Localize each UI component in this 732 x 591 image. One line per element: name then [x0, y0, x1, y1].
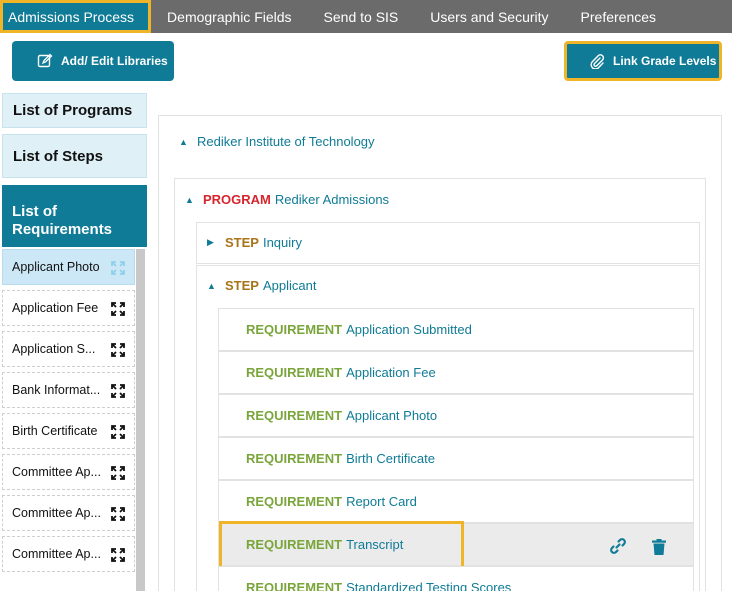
- expand-icon[interactable]: [111, 343, 125, 357]
- tab-label: Admissions Process: [8, 8, 135, 25]
- tree-school-row[interactable]: ▲ Rediker Institute of Technology: [179, 134, 375, 149]
- list-of-requirements-panel[interactable]: List of Requirements: [2, 185, 147, 247]
- expand-icon[interactable]: [111, 425, 125, 439]
- list-item-label: Birth Certificate: [12, 424, 98, 438]
- list-item[interactable]: Committee Ap...: [2, 454, 135, 490]
- list-item[interactable]: Birth Certificate: [2, 413, 135, 449]
- list-item[interactable]: Bank Informat...: [2, 372, 135, 408]
- paperclip-icon: [589, 53, 605, 69]
- requirement-keyword: REQUIREMENT: [246, 322, 343, 337]
- list-item[interactable]: Committee Ap...: [2, 495, 135, 531]
- list-item-label: Bank Informat...: [12, 383, 101, 397]
- expand-icon[interactable]: [111, 466, 125, 480]
- link-grade-levels-label: Link Grade Levels: [613, 54, 717, 68]
- step-keyword: STEP: [225, 278, 259, 293]
- list-item[interactable]: Application S...: [2, 331, 135, 367]
- expand-arrow-icon[interactable]: ▶: [207, 237, 225, 248]
- tree-requirement-row[interactable]: REQUIREMENT Application Submitted: [218, 308, 694, 351]
- tree-step-row[interactable]: ▲ STEP Applicant: [207, 278, 316, 293]
- list-of-programs-panel[interactable]: List of Programs: [2, 93, 147, 128]
- tab-label: Preferences: [580, 8, 657, 25]
- step-name: Applicant: [262, 278, 317, 293]
- link-icon[interactable]: [609, 537, 627, 555]
- tree-requirement-row[interactable]: REQUIREMENT Applicant Photo: [218, 394, 694, 437]
- list-of-programs-label: List of Programs: [13, 102, 133, 119]
- list-item-label: Application S...: [12, 342, 96, 356]
- tab-send-to-sis[interactable]: Send to SIS: [308, 0, 415, 33]
- expand-icon[interactable]: [111, 548, 125, 562]
- trash-icon[interactable]: [650, 538, 668, 556]
- step-name: Inquiry: [262, 235, 302, 250]
- expand-icon[interactable]: [111, 261, 125, 275]
- highlight-frame: [219, 521, 464, 569]
- list-item-label: Applicant Photo: [12, 260, 100, 274]
- tree-requirement-row[interactable]: REQUIREMENT Birth Certificate: [218, 437, 694, 480]
- list-item[interactable]: Committee Ap...: [2, 536, 135, 572]
- expand-icon[interactable]: [111, 302, 125, 316]
- list-item[interactable]: Application Fee: [2, 290, 135, 326]
- tab-preferences[interactable]: Preferences: [565, 0, 672, 33]
- program-keyword: PROGRAM: [203, 192, 271, 207]
- list-item-label: Application Fee: [12, 301, 99, 315]
- list-of-steps-panel[interactable]: List of Steps: [2, 134, 147, 178]
- edit-icon: [37, 53, 53, 69]
- list-item-label: Committee Ap...: [12, 547, 101, 561]
- requirement-name: Application Fee: [346, 365, 436, 380]
- collapse-icon[interactable]: ▲: [207, 281, 225, 291]
- add-edit-libraries-button[interactable]: Add/ Edit Libraries: [12, 41, 174, 81]
- tab-demographic-fields[interactable]: Demographic Fields: [151, 0, 308, 33]
- requirement-name: Standardized Testing Scores: [346, 580, 512, 591]
- tab-label: Users and Security: [430, 8, 549, 25]
- list-of-requirements-label: List of Requirements: [12, 203, 113, 238]
- list-item[interactable]: Applicant Photo: [2, 249, 135, 285]
- tree-requirement-row[interactable]: REQUIREMENT Application Fee: [218, 351, 694, 394]
- tree-program-row[interactable]: ▲ PROGRAM Rediker Admissions: [185, 192, 389, 207]
- requirement-keyword: REQUIREMENT: [246, 451, 343, 466]
- list-item-label: Committee Ap...: [12, 506, 101, 520]
- school-name: Rediker Institute of Technology: [197, 134, 375, 149]
- link-grade-levels-button[interactable]: Link Grade Levels: [564, 41, 722, 81]
- top-navigation: Admissions Process Demographic Fields Se…: [0, 0, 732, 33]
- tab-admissions-process[interactable]: Admissions Process: [0, 0, 152, 33]
- list-of-steps-label: List of Steps: [13, 147, 104, 165]
- scrollbar[interactable]: [136, 249, 145, 591]
- tree-step-row[interactable]: ▶ STEP Inquiry: [207, 235, 302, 250]
- requirement-keyword: REQUIREMENT: [246, 408, 343, 423]
- tab-label: Demographic Fields: [167, 8, 292, 25]
- requirement-name: Report Card: [346, 494, 417, 509]
- program-name: Rediker Admissions: [274, 192, 390, 207]
- requirement-keyword: REQUIREMENT: [246, 580, 343, 591]
- add-edit-libraries-label: Add/ Edit Libraries: [61, 54, 168, 68]
- requirement-name: Applicant Photo: [346, 408, 438, 423]
- tab-users-and-security[interactable]: Users and Security: [414, 0, 564, 33]
- requirement-name: Birth Certificate: [346, 451, 435, 466]
- tab-label: Send to SIS: [323, 8, 399, 25]
- list-item-label: Committee Ap...: [12, 465, 101, 479]
- collapse-icon[interactable]: ▲: [179, 137, 197, 147]
- expand-icon[interactable]: [111, 384, 125, 398]
- requirement-name: Application Submitted: [346, 322, 472, 337]
- requirement-keyword: REQUIREMENT: [246, 494, 343, 509]
- tree-requirement-row[interactable]: REQUIREMENT Report Card: [218, 480, 694, 523]
- requirement-keyword: REQUIREMENT: [246, 365, 343, 380]
- step-keyword: STEP: [225, 235, 259, 250]
- tree-requirement-row[interactable]: REQUIREMENT Standardized Testing Scores: [218, 566, 694, 591]
- requirements-list: Applicant Photo Application Fee Applicat…: [2, 249, 135, 591]
- expand-icon[interactable]: [111, 507, 125, 521]
- collapse-icon[interactable]: ▲: [185, 195, 203, 205]
